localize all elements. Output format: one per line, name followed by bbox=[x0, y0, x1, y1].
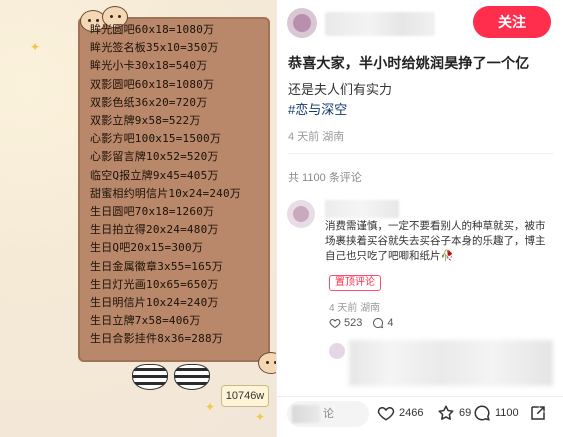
comment-blurred bbox=[349, 340, 553, 386]
price-line: 生日合影挂件8x36=288万 bbox=[90, 332, 223, 346]
pinned-comment-badge: 置顶评论 bbox=[329, 275, 381, 291]
shoe-icon bbox=[174, 364, 210, 390]
comment-bubble-icon bbox=[373, 317, 384, 329]
price-line: 生日金属徽章3x55=165万 bbox=[90, 259, 223, 273]
star-icon: ✦ bbox=[205, 400, 216, 414]
post-body: 还是夫人们有实力 bbox=[288, 82, 393, 97]
price-line: 双影圆吧60x18=1080万 bbox=[90, 77, 215, 91]
input-avatar-blurred bbox=[292, 405, 320, 423]
comment-actions: 523 4 bbox=[329, 317, 393, 329]
commenter-avatar[interactable] bbox=[287, 200, 315, 228]
star-icon bbox=[438, 405, 454, 420]
share-icon bbox=[531, 406, 545, 420]
star-icon: ✦ bbox=[30, 40, 41, 54]
comment-meta: 4 天前 湖南 bbox=[329, 303, 381, 314]
post-title: 恭喜大家，半小时给姚润昊挣了一个亿 bbox=[288, 55, 530, 71]
comment-input[interactable]: 论 bbox=[287, 401, 369, 427]
heat-badge: 10746w bbox=[221, 385, 269, 407]
comment-like-button[interactable]: 523 bbox=[329, 317, 362, 329]
post-meta: 4 天前 湖南 bbox=[288, 131, 345, 143]
comment-reply-button[interactable]: 4 bbox=[372, 317, 393, 329]
divider bbox=[288, 153, 553, 154]
comment-button[interactable]: 1100 bbox=[473, 404, 519, 422]
favorite-count: 69 bbox=[459, 407, 472, 419]
follow-button[interactable]: 关注 bbox=[473, 6, 551, 38]
price-line: 生日立牌7x58=406万 bbox=[90, 314, 201, 328]
comment-text: 消费需谨慎，一定不要看别人的种草就买，被市场裹挟着买谷就失去买谷子本身的乐趣了，… bbox=[325, 220, 546, 262]
price-line: 双影立牌9x58=522万 bbox=[90, 114, 201, 128]
comment-count: 共 1100 条评论 bbox=[288, 172, 362, 184]
comment-input-placeholder: 论 bbox=[323, 408, 334, 420]
price-line: 双影色纸36x20=720万 bbox=[90, 95, 208, 109]
author-avatar[interactable] bbox=[287, 8, 317, 38]
chibi-feet bbox=[126, 356, 226, 396]
price-line: 生日Q吧20x15=300万 bbox=[90, 241, 204, 255]
star-icon: ✦ bbox=[255, 410, 266, 424]
post-detail-panel: 关注 恭喜大家，半小时给姚润昊挣了一个亿 还是夫人们有实力 #恋与深空 4 天前… bbox=[277, 0, 563, 437]
shoe-icon bbox=[132, 364, 168, 390]
heart-icon bbox=[329, 318, 341, 329]
post-hashtag[interactable]: #恋与深空 bbox=[288, 99, 347, 118]
price-line: 临空Q报立牌9x45=405万 bbox=[90, 168, 219, 182]
comment-reply-count: 4 bbox=[387, 317, 394, 329]
commenter-name-blurred[interactable] bbox=[325, 200, 399, 218]
divider bbox=[277, 396, 563, 397]
price-line: 眸光小卡30x18=540万 bbox=[90, 59, 208, 73]
comment-like-count: 523 bbox=[344, 317, 363, 329]
price-line: 眸光签名板35x10=350万 bbox=[90, 41, 219, 55]
price-list: 眸光圆吧60x18=1080万 眸光签名板35x10=350万 眸光小卡30x1… bbox=[90, 21, 270, 349]
price-line: 甜蜜相约明信片10x24=240万 bbox=[90, 186, 242, 200]
price-line: 生日拍立得20x24=480万 bbox=[90, 223, 219, 237]
commenter-avatar[interactable] bbox=[329, 343, 345, 359]
author-name-blurred[interactable] bbox=[325, 12, 435, 36]
comment-total: 1100 bbox=[495, 407, 519, 419]
price-line: 生日明信片10x24=240万 bbox=[90, 296, 219, 310]
price-line: 心影方吧100x15=1500万 bbox=[90, 132, 222, 146]
like-count: 2466 bbox=[399, 407, 424, 419]
favorite-button[interactable]: 69 bbox=[437, 404, 471, 422]
price-line: 生日灯光画10x65=650万 bbox=[90, 277, 219, 291]
comment-bubble-icon bbox=[474, 405, 490, 421]
heart-icon bbox=[377, 406, 395, 421]
post-image[interactable]: ✦ ✦ ✦ 眸光圆吧60x18=1080万 眸光签名板35x10=350万 眸光… bbox=[0, 0, 276, 437]
price-line: 生日圆吧70x18=1260万 bbox=[90, 205, 215, 219]
share-button[interactable] bbox=[529, 404, 547, 422]
price-line: 心影留言牌10x52=520万 bbox=[90, 150, 219, 164]
like-button[interactable]: 2466 bbox=[377, 404, 423, 422]
price-line: 眸光圆吧60x18=1080万 bbox=[90, 23, 215, 36]
